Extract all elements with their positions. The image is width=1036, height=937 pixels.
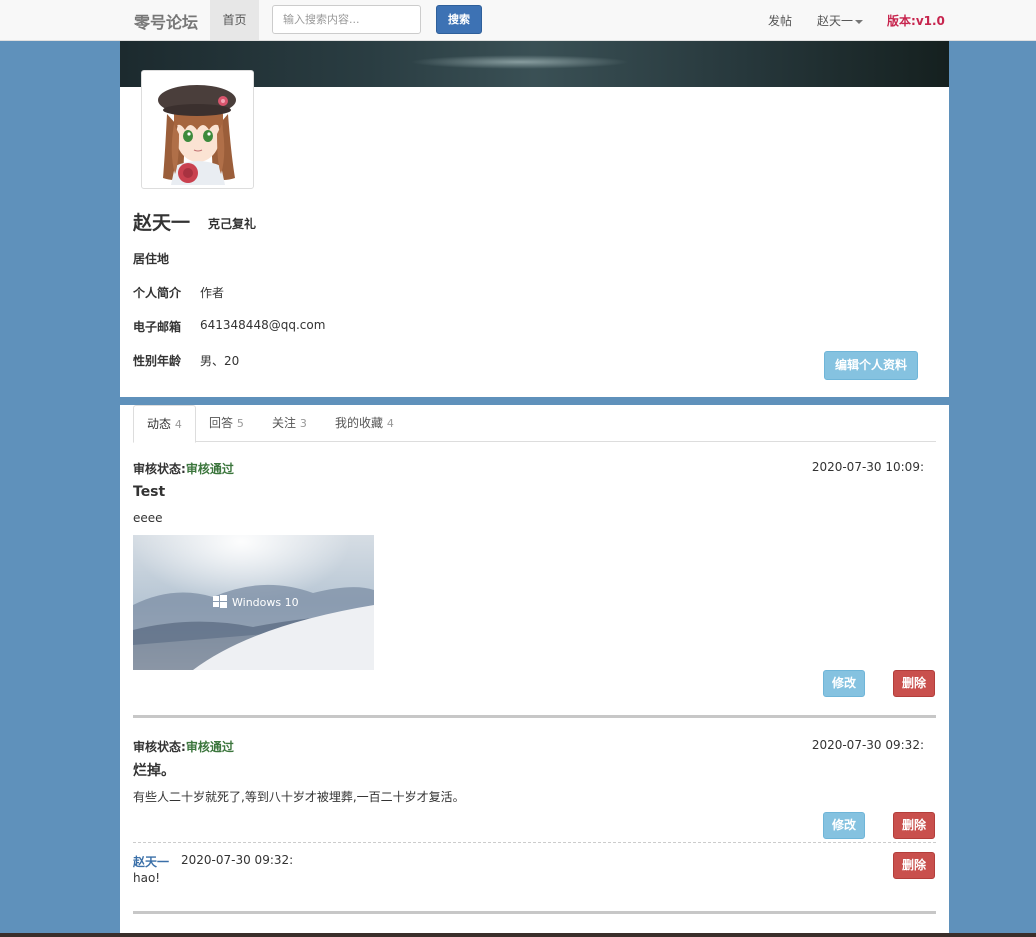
tab-count: 3 (299, 417, 307, 430)
reply-author[interactable]: 赵天一 (133, 853, 169, 870)
tab-label: 关注 (272, 416, 297, 430)
post-body: eeee (133, 511, 163, 525)
field-value-gender-age: 男、20 (200, 354, 240, 368)
status-value: 审核通过 (185, 462, 234, 476)
nav-post-link[interactable]: 发帖 (768, 12, 792, 29)
tab-count: 4 (174, 418, 182, 431)
field-label-email: 电子邮箱 (133, 320, 182, 334)
field-value-email: 641348448@qq.com (200, 318, 326, 332)
profile-name: 赵天一 (133, 212, 191, 234)
tab-activity[interactable]: 动态 4 (133, 405, 196, 443)
activity-panel: 动态 4 回答 5 关注 3 我的收藏 4 审核状态:审核通过 2020-07-… (120, 405, 949, 937)
version-value: :v1.0 (911, 14, 945, 28)
post-body: 有些人二十岁就死了,等到八十岁才被埋葬,一百二十岁才复活。 (133, 790, 465, 804)
tab-count: 4 (386, 417, 394, 430)
version-label: 版本 (887, 14, 912, 28)
post-title[interactable]: Test (133, 484, 165, 500)
version-link[interactable]: 版本:v1.0 (887, 12, 945, 29)
post-divider (133, 715, 936, 718)
post-title[interactable]: 烂掉。 (133, 760, 175, 780)
avatar-image (145, 74, 250, 185)
nav-home-link[interactable]: 首页 (210, 0, 259, 40)
reply-time: 2020-07-30 09:32: (181, 853, 294, 867)
post-status: 审核状态:审核通过 (133, 738, 234, 755)
field-label-location: 居住地 (133, 252, 170, 266)
image-caption: Windows 10 (232, 596, 299, 609)
search-button[interactable]: 搜索 (436, 5, 482, 34)
tab-following[interactable]: 关注 3 (259, 405, 320, 442)
user-menu-dropdown[interactable]: 赵天一 (817, 12, 864, 29)
field-value-bio: 作者 (200, 286, 225, 300)
user-menu-label: 赵天一 (817, 14, 854, 28)
delete-reply-button[interactable]: 删除 (893, 852, 935, 879)
activity-tabs: 动态 4 回答 5 关注 3 我的收藏 4 (133, 405, 936, 443)
search-input[interactable] (272, 5, 421, 34)
status-value: 审核通过 (185, 740, 234, 754)
tab-favorites[interactable]: 我的收藏 4 (322, 405, 407, 442)
tab-label: 我的收藏 (335, 416, 384, 430)
post-time: 2020-07-30 09:32: (811, 738, 924, 752)
edit-profile-button[interactable]: 编辑个人资料 (824, 351, 918, 380)
field-label-bio: 个人简介 (133, 286, 182, 300)
edit-post-button[interactable]: 修改 (823, 670, 865, 697)
delete-post-button[interactable]: 删除 (893, 670, 935, 697)
site-brand[interactable]: 零号论坛 (134, 9, 198, 33)
delete-post-button[interactable]: 删除 (893, 812, 935, 839)
tab-label: 动态 (147, 417, 172, 431)
reply-text: hao! (133, 871, 161, 885)
reply-divider (133, 842, 936, 843)
post-divider (133, 911, 936, 914)
bottom-edge (0, 933, 1036, 937)
tab-label: 回答 (209, 416, 234, 430)
post-image[interactable]: Windows 10 (133, 535, 374, 670)
tab-answers[interactable]: 回答 5 (196, 405, 257, 442)
status-label: 审核状态: (133, 462, 186, 476)
tab-count: 5 (236, 417, 244, 430)
chevron-down-icon (855, 19, 864, 24)
top-navbar: 零号论坛 首页 搜索 发帖 赵天一 版本:v1.0 (0, 0, 1036, 41)
post-time: 2020-07-30 10:09: (811, 460, 924, 474)
edit-post-button[interactable]: 修改 (823, 812, 865, 839)
cover-light-reflection (410, 55, 630, 69)
status-label: 审核状态: (133, 740, 186, 754)
avatar[interactable] (141, 70, 254, 189)
profile-motto: 克己复礼 (208, 217, 257, 231)
profile-panel: 赵天一 克己复礼 居住地 个人简介 作者 电子邮箱 641348448@qq.c… (120, 41, 949, 397)
field-label-gender-age: 性别年龄 (133, 354, 182, 368)
post-status: 审核状态:审核通过 (133, 460, 234, 477)
